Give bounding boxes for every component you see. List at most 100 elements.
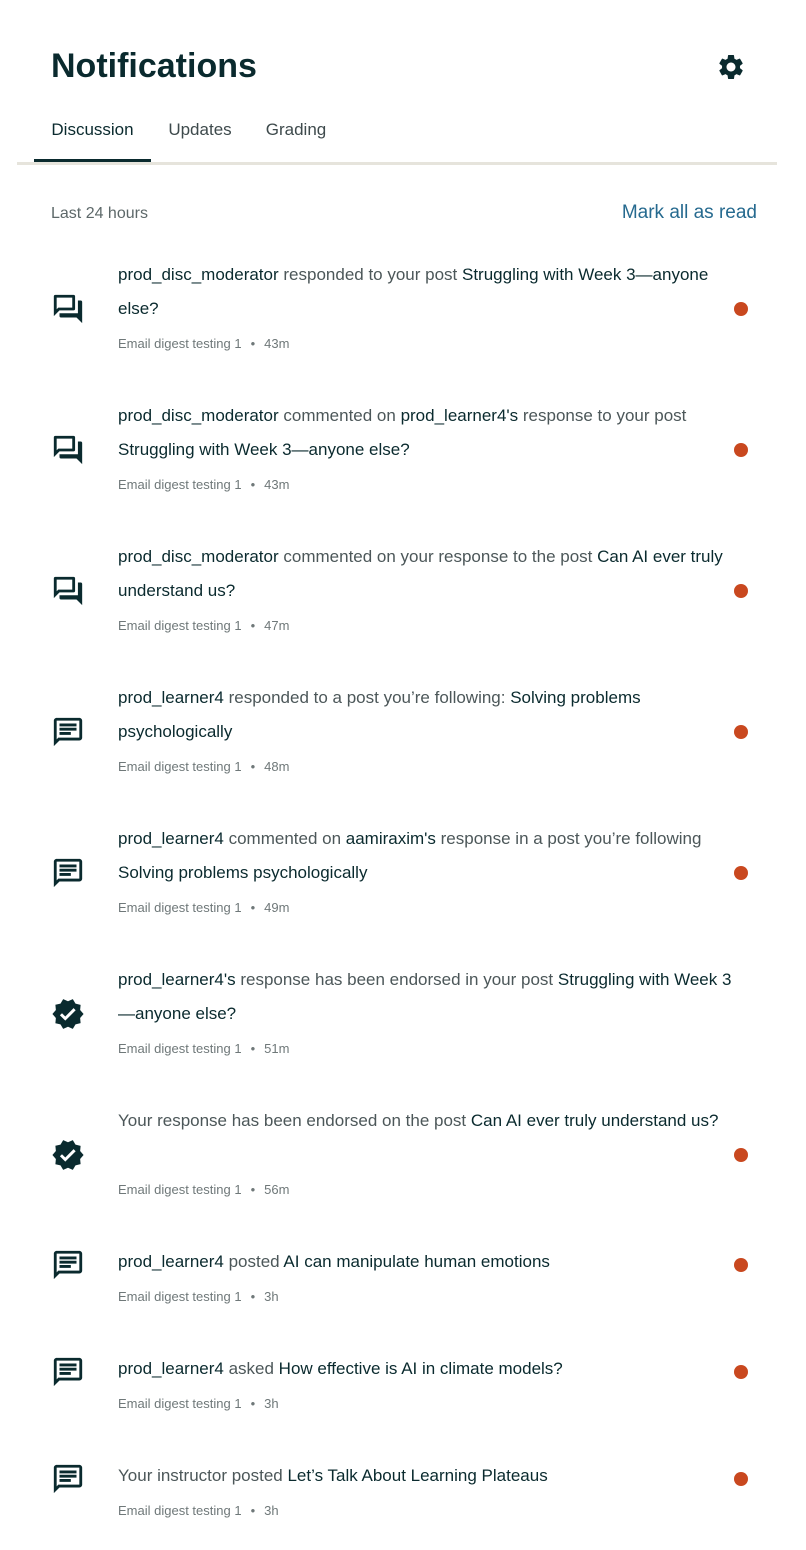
notification-text: prod_disc_moderator commented on your re…	[118, 540, 746, 608]
timestamp: 47m	[264, 618, 290, 633]
verified-badge-icon	[51, 1138, 85, 1172]
notification-meta: Email digest testing 1 • 49m	[118, 899, 289, 917]
question-answer-icon	[51, 574, 85, 608]
notification-meta: Email digest testing 1 • 3h	[118, 1288, 279, 1306]
notification-link-text[interactable]: prod_learner4	[118, 1359, 224, 1378]
notification-link-text[interactable]: Can AI ever truly understand us?	[471, 1111, 719, 1130]
notification-link-text[interactable]: Solving problems psychologically	[118, 863, 367, 882]
section-header: Last 24 hours Mark all as read	[51, 200, 757, 230]
notification-meta: Email digest testing 1 • 51m	[118, 1040, 289, 1058]
separator-dot: •	[250, 759, 256, 774]
course-name: Email digest testing 1	[118, 1182, 242, 1197]
tab-grading[interactable]: Grading	[261, 105, 331, 159]
unread-indicator	[734, 1148, 748, 1162]
chat-message-icon	[51, 1462, 85, 1496]
separator-dot: •	[250, 1182, 256, 1197]
course-name: Email digest testing 1	[118, 900, 242, 915]
unread-indicator	[734, 1472, 748, 1486]
notification-link-text[interactable]: How effective is AI in climate models?	[279, 1359, 563, 1378]
notification-text: prod_disc_moderator commented on prod_le…	[118, 399, 746, 467]
chat-message-icon	[51, 1248, 85, 1282]
chat-message-icon	[51, 856, 85, 890]
section-label: Last 24 hours	[51, 205, 148, 222]
notification-body-text: responded to your post	[278, 265, 462, 284]
course-name: Email digest testing 1	[118, 618, 242, 633]
unread-indicator	[734, 584, 748, 598]
chat-message-icon	[51, 1355, 85, 1389]
question-answer-icon	[51, 433, 85, 467]
unread-indicator	[734, 1365, 748, 1379]
notification-body-text: response has been endorsed in your post	[235, 970, 558, 989]
question-answer-icon	[51, 292, 85, 326]
notification-link-text[interactable]: prod_learner4's	[118, 970, 236, 989]
notification-text: prod_learner4 asked How effective is AI …	[118, 1352, 746, 1386]
notification-link-text[interactable]: Let’s Talk About Learning Plateaus	[287, 1466, 547, 1485]
notification-meta: Email digest testing 1 • 47m	[118, 617, 289, 635]
unread-indicator	[734, 302, 748, 316]
notification-meta: Email digest testing 1 • 3h	[118, 1395, 279, 1413]
notification-link-text[interactable]: Struggling with Week 3—anyone else?	[118, 440, 410, 459]
tab-updates[interactable]: Updates	[163, 105, 237, 159]
course-name: Email digest testing 1	[118, 1396, 242, 1411]
page-title: Notifications	[51, 47, 257, 85]
notification-link-text[interactable]: prod_learner4	[118, 1252, 224, 1271]
separator-dot: •	[250, 1503, 256, 1518]
header: Notifications	[0, 0, 806, 110]
verified-badge-icon	[51, 997, 85, 1031]
notification-body-text: commented on	[223, 829, 346, 848]
tab-discussion[interactable]: Discussion	[34, 105, 151, 162]
separator-dot: •	[250, 1289, 256, 1304]
timestamp: 3h	[264, 1396, 279, 1411]
notification-meta: Email digest testing 1 • 43m	[118, 476, 289, 494]
chat-message-icon	[51, 715, 85, 749]
notification-body-text: response to your post	[518, 406, 687, 425]
notification-text: prod_learner4 posted AI can manipulate h…	[118, 1245, 746, 1279]
notification-link-text[interactable]: aamiraxim's	[346, 829, 436, 848]
notification-meta: Email digest testing 1 • 48m	[118, 758, 289, 776]
timestamp: 56m	[264, 1182, 290, 1197]
timestamp: 3h	[264, 1503, 279, 1518]
mark-all-as-read-button[interactable]: Mark all as read	[622, 202, 757, 224]
notification-link-text[interactable]: prod_learner4	[118, 688, 224, 707]
timestamp: 51m	[264, 1041, 290, 1056]
course-name: Email digest testing 1	[118, 336, 242, 351]
notification-link-text[interactable]: prod_disc_moderator	[118, 547, 279, 566]
course-name: Email digest testing 1	[118, 477, 242, 492]
timestamp: 43m	[264, 336, 290, 351]
notification-link-text[interactable]: prod_learner4	[118, 829, 224, 848]
timestamp: 43m	[264, 477, 290, 492]
separator-dot: •	[250, 1396, 256, 1411]
timestamp: 49m	[264, 900, 290, 915]
timestamp: 48m	[264, 759, 290, 774]
notification-body-text: commented on	[278, 406, 401, 425]
notification-text: prod_learner4 commented on aamiraxim's r…	[118, 822, 746, 890]
unread-indicator	[734, 1258, 748, 1272]
notification-body-text: response in a post you’re following	[435, 829, 702, 848]
notification-text: prod_learner4 responded to a post you’re…	[118, 681, 746, 749]
notification-body-text: asked	[223, 1359, 279, 1378]
notification-body-text: Your instructor posted	[118, 1466, 288, 1485]
timestamp: 3h	[264, 1289, 279, 1304]
notification-body-text: posted	[223, 1252, 284, 1271]
course-name: Email digest testing 1	[118, 1503, 242, 1518]
unread-indicator	[734, 725, 748, 739]
notification-meta: Email digest testing 1 • 56m	[118, 1181, 289, 1199]
notification-body-text: Your response has been endorsed on the p…	[118, 1111, 471, 1130]
notification-text: Your response has been endorsed on the p…	[118, 1104, 746, 1138]
notification-link-text[interactable]: prod_disc_moderator	[118, 406, 279, 425]
notification-text: Your instructor posted Let’s Talk About …	[118, 1459, 746, 1493]
notification-text: prod_learner4's response has been endors…	[118, 963, 746, 1031]
tab-bar: Discussion Updates Grading	[17, 105, 777, 165]
notification-link-text[interactable]: prod_learner4's	[401, 406, 519, 425]
unread-indicator	[734, 866, 748, 880]
notification-meta: Email digest testing 1 • 3h	[118, 1502, 279, 1520]
course-name: Email digest testing 1	[118, 1041, 242, 1056]
separator-dot: •	[250, 1041, 256, 1056]
gear-icon[interactable]	[716, 52, 746, 82]
course-name: Email digest testing 1	[118, 1289, 242, 1304]
notification-text: prod_disc_moderator responded to your po…	[118, 258, 746, 326]
notification-link-text[interactable]: AI can manipulate human emotions	[283, 1252, 550, 1271]
separator-dot: •	[250, 336, 256, 351]
notification-link-text[interactable]: prod_disc_moderator	[118, 265, 279, 284]
notification-body-text: commented on your response to the post	[278, 547, 598, 566]
